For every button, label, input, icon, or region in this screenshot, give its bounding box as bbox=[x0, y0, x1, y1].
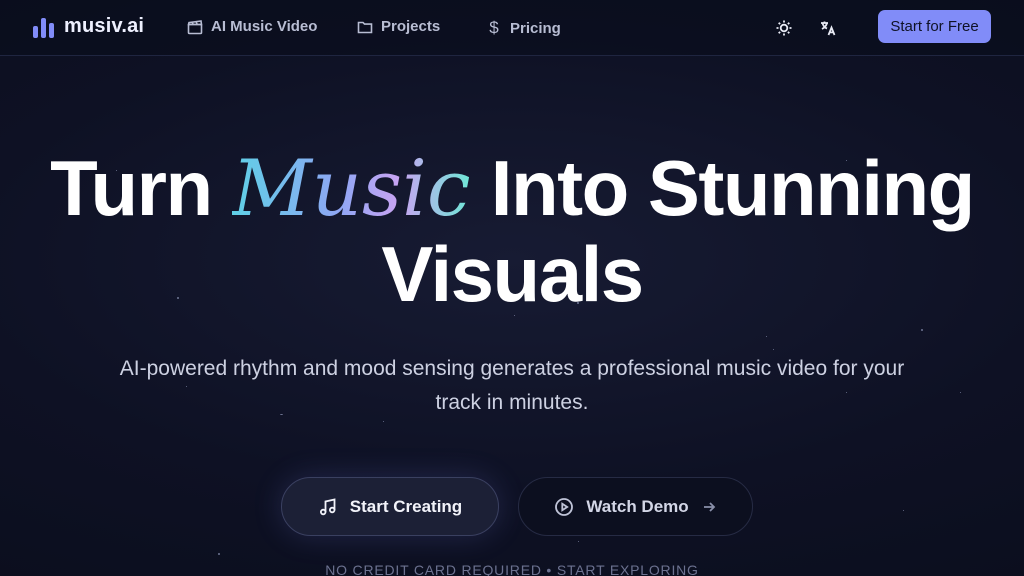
watch-demo-button[interactable]: Watch Demo bbox=[518, 477, 753, 536]
brand-logo[interactable]: musiv.ai bbox=[33, 15, 144, 38]
nav-link-label: AI Music Video bbox=[211, 18, 318, 35]
hero-footnote: NO CREDIT CARD REQUIRED • START EXPLORIN… bbox=[325, 562, 699, 576]
dollar-icon: $ bbox=[489, 18, 499, 37]
music-note-icon bbox=[319, 497, 336, 515]
start-creating-button[interactable]: Start Creating bbox=[281, 477, 499, 536]
nav-link-projects[interactable]: Projects bbox=[357, 18, 440, 35]
equalizer-logo-icon bbox=[33, 16, 54, 38]
hero-subtitle: AI-powered rhythm and mood sensing gener… bbox=[119, 357, 905, 414]
sun-icon bbox=[776, 20, 792, 36]
top-navigation: musiv.ai AI Music Video Projects $ Prici… bbox=[0, 0, 1024, 56]
language-button[interactable] bbox=[815, 15, 841, 41]
arrow-right-icon bbox=[703, 501, 715, 512]
hero-title: Turn Music Into Stunning bbox=[0, 145, 1024, 232]
start-creating-label: Start Creating bbox=[349, 496, 463, 516]
play-circle-icon bbox=[555, 497, 574, 516]
hero-title-part2: Into Stunning bbox=[470, 144, 976, 232]
clapperboard-icon bbox=[187, 19, 203, 34]
hero-title-part1: Turn bbox=[50, 144, 232, 232]
nav-link-pricing[interactable]: $ Pricing bbox=[486, 18, 561, 38]
nav-link-label: Pricing bbox=[510, 19, 561, 37]
theme-toggle-button[interactable] bbox=[771, 15, 797, 41]
translate-icon bbox=[821, 21, 836, 36]
brand-name: musiv.ai bbox=[64, 15, 145, 37]
start-for-free-button[interactable]: Start for Free bbox=[878, 10, 991, 43]
hero-title-line2: Visuals bbox=[381, 230, 644, 318]
folder-icon bbox=[357, 21, 373, 33]
nav-link-ai-music-video[interactable]: AI Music Video bbox=[187, 18, 317, 35]
hero-title-accent: Music bbox=[231, 144, 471, 234]
watch-demo-label: Watch Demo bbox=[586, 496, 689, 516]
nav-link-label: Projects bbox=[381, 18, 441, 35]
